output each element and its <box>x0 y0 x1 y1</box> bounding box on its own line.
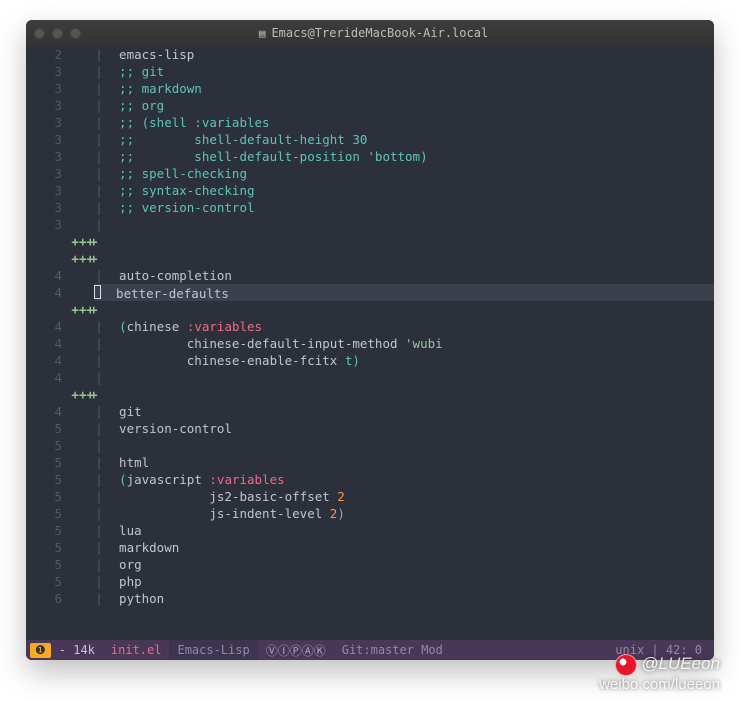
gutter-row: 5 <box>26 522 94 539</box>
gutter-row: 3 <box>26 97 94 114</box>
code-line[interactable]: | <box>94 369 714 386</box>
gutter-row: 3 <box>26 182 94 199</box>
gutter-row: 5 <box>26 556 94 573</box>
code-line[interactable]: | ;; git <box>94 63 714 80</box>
gutter-row: 3 <box>26 80 94 97</box>
code-line[interactable]: | python <box>94 590 714 607</box>
code-line[interactable]: | lua <box>94 522 714 539</box>
gutter-row: 3 <box>26 131 94 148</box>
code-line[interactable]: | <box>94 437 714 454</box>
gutter-row: 5 <box>26 471 94 488</box>
buffer-size: - 14k <box>51 640 103 660</box>
code-line[interactable]: | git <box>94 403 714 420</box>
minimize-icon[interactable] <box>52 28 63 39</box>
emacs-window: ▤ Emacs@TrerideMacBook-Air.local 2333333… <box>26 20 714 660</box>
diff-added-icon: + <box>90 251 98 266</box>
code-line[interactable]: | js2-basic-offset 2 <box>94 488 714 505</box>
code-line[interactable]: | markdown <box>94 539 714 556</box>
code-line[interactable]: + <box>94 250 714 267</box>
gutter-row: 2 <box>26 46 94 63</box>
gutter-row: 5 <box>26 488 94 505</box>
code-line[interactable]: | ;; shell-default-height 30 <box>94 131 714 148</box>
gutter-row: 3 <box>26 216 94 233</box>
code-line[interactable]: | js-indent-level 2) <box>94 505 714 522</box>
code-line[interactable]: | auto-completion <box>94 267 714 284</box>
diff-added-icon: + <box>90 387 98 402</box>
gutter-row: +++ <box>26 301 94 318</box>
major-mode: Emacs-Lisp <box>169 640 257 660</box>
cursor <box>94 285 101 299</box>
code-line[interactable]: | ;; org <box>94 97 714 114</box>
code-line[interactable]: | <box>94 216 714 233</box>
code-line[interactable]: | chinese-enable-fcitx t) <box>94 352 714 369</box>
titlebar: ▤ Emacs@TrerideMacBook-Air.local <box>26 20 714 46</box>
code-line[interactable]: | emacs-lisp <box>94 46 714 63</box>
code-line[interactable]: | ;; shell-default-position 'bottom) <box>94 148 714 165</box>
gutter-row: 6 <box>26 590 94 607</box>
zoom-icon[interactable] <box>70 28 81 39</box>
gutter-row: +++ <box>26 386 94 403</box>
code-line[interactable]: | ;; markdown <box>94 80 714 97</box>
window-title-text: Emacs@TrerideMacBook-Air.local <box>271 26 488 40</box>
code-line[interactable]: + <box>94 301 714 318</box>
code-content[interactable]: | emacs-lisp| ;; git| ;; markdown| ;; or… <box>94 46 714 640</box>
gutter-row: 5 <box>26 420 94 437</box>
code-line[interactable]: | (javascript :variables <box>94 471 714 488</box>
editor[interactable]: 23333333333++++++44+++4444+++45555555555… <box>26 46 714 640</box>
gutter: 23333333333++++++44+++4444+++45555555555… <box>26 46 94 640</box>
gutter-row: 5 <box>26 454 94 471</box>
gutter-row: 5 <box>26 539 94 556</box>
gutter-row: +++ <box>26 250 94 267</box>
gutter-row: 4 <box>26 369 94 386</box>
watermark: @LUEeon weibo.com/lueeon <box>599 654 720 693</box>
doc-icon: ▤ <box>259 27 266 40</box>
code-line[interactable]: | php <box>94 573 714 590</box>
diff-added-icon: + <box>90 302 98 317</box>
gutter-row: 4 <box>26 352 94 369</box>
code-line[interactable]: + <box>94 386 714 403</box>
gutter-row: 3 <box>26 199 94 216</box>
watermark-handle: @LUEeon <box>641 654 720 673</box>
gutter-row: 3 <box>26 63 94 80</box>
watermark-url: weibo.com/lueeon <box>599 676 720 693</box>
warning-badge[interactable]: ❶ <box>30 643 51 658</box>
gutter-row: 4 <box>26 335 94 352</box>
gutter-row: +++ <box>26 233 94 250</box>
close-icon[interactable] <box>34 28 45 39</box>
diff-added-icon: + <box>90 234 98 249</box>
gutter-row: 3 <box>26 148 94 165</box>
gutter-row: 4 <box>26 318 94 335</box>
code-line[interactable]: | ;; syntax-checking <box>94 182 714 199</box>
code-line[interactable]: | ;; spell-checking <box>94 165 714 182</box>
traffic-lights[interactable] <box>34 28 81 39</box>
code-line[interactable]: | (chinese :variables <box>94 318 714 335</box>
window-title: ▤ Emacs@TrerideMacBook-Air.local <box>81 26 666 40</box>
gutter-row: 4 <box>26 267 94 284</box>
minor-modes: ⓋⒾⓅⒶⓀ <box>258 640 334 660</box>
gutter-row: 5 <box>26 573 94 590</box>
gutter-row: 3 <box>26 114 94 131</box>
code-line[interactable]: + <box>94 233 714 250</box>
code-line[interactable]: better-defaults <box>94 284 714 301</box>
code-line[interactable]: | chinese-default-input-method 'wubi <box>94 335 714 352</box>
gutter-row: 3 <box>26 165 94 182</box>
code-line[interactable]: | org <box>94 556 714 573</box>
code-line[interactable]: | html <box>94 454 714 471</box>
code-line[interactable]: | version-control <box>94 420 714 437</box>
weibo-icon <box>615 654 637 676</box>
gutter-row: 5 <box>26 505 94 522</box>
gutter-row: 5 <box>26 437 94 454</box>
gutter-row: 4 <box>26 403 94 420</box>
git-status: Git:master Mod <box>334 640 451 660</box>
gutter-row: 4 <box>26 284 94 301</box>
code-line[interactable]: | ;; (shell :variables <box>94 114 714 131</box>
file-name: init.el <box>103 640 170 660</box>
code-line[interactable]: | ;; version-control <box>94 199 714 216</box>
